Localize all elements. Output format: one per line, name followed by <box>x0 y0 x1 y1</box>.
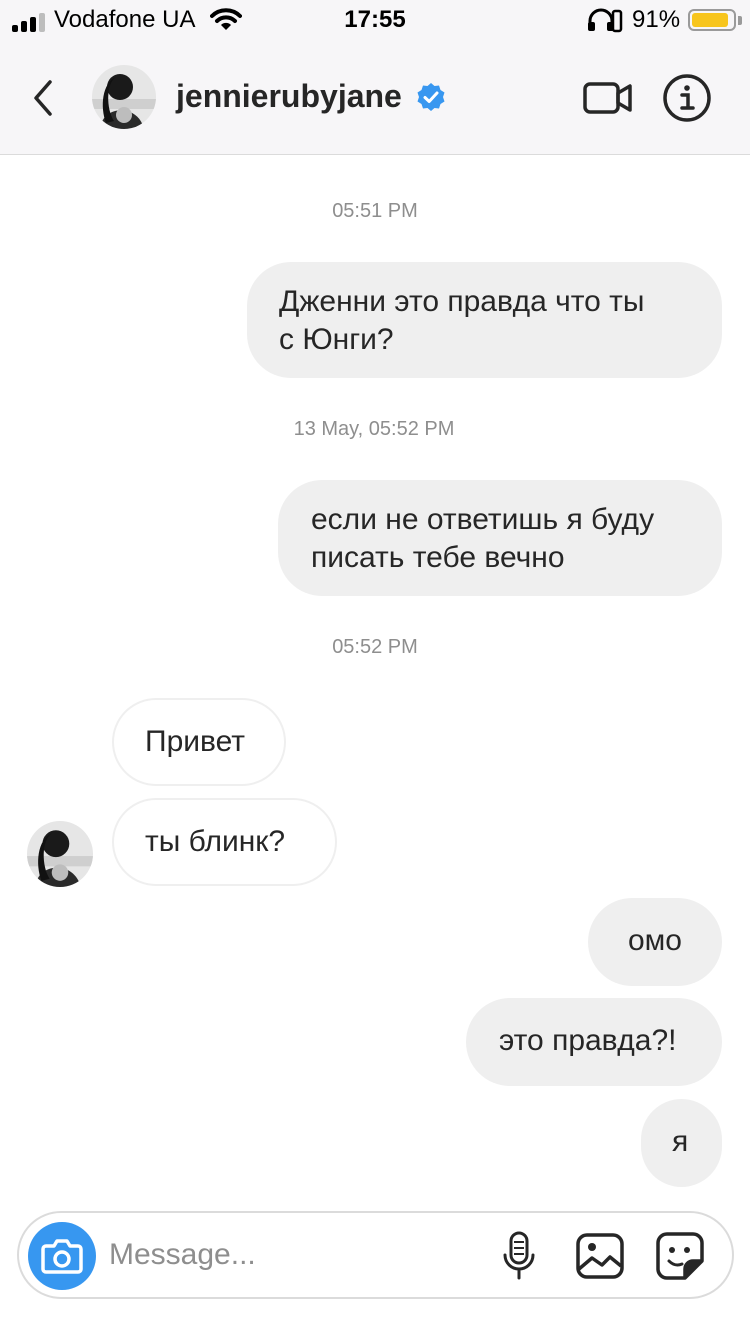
microphone-icon[interactable] <box>501 1231 537 1281</box>
orientation-lock-icon <box>611 9 623 33</box>
camera-button[interactable] <box>28 1222 96 1290</box>
video-call-icon[interactable] <box>582 78 634 118</box>
back-chevron-icon[interactable] <box>26 76 62 120</box>
battery-icon <box>688 9 736 31</box>
message-input[interactable] <box>109 1231 489 1279</box>
outgoing-message[interactable]: я <box>641 1099 722 1187</box>
message-line: с Юнги? <box>279 323 394 356</box>
avatar[interactable] <box>92 65 156 129</box>
chat-username[interactable]: jennierubyjane <box>176 78 402 115</box>
outgoing-message[interactable]: Дженни это правда что ты с Юнги? <box>247 262 722 378</box>
message-composer <box>17 1211 734 1299</box>
message-timestamp: 13 May, 05:52 PM <box>293 418 455 440</box>
avatar[interactable] <box>27 821 93 887</box>
battery-tip <box>738 16 742 25</box>
incoming-message[interactable]: Привет <box>112 698 286 786</box>
chat-header: jennierubyjane <box>0 40 750 155</box>
message-timestamp: 05:52 PM <box>332 636 418 658</box>
message-line: если не ответишь я буду <box>311 503 655 536</box>
incoming-message[interactable]: ты блинк? <box>112 798 337 886</box>
status-bar: Vodafone UA 17:55 91% <box>0 0 750 40</box>
message-line: писать тебе вечно <box>311 541 565 574</box>
gallery-icon[interactable] <box>575 1231 625 1281</box>
battery-percent: 91% <box>632 6 681 33</box>
verified-badge-icon <box>417 83 445 111</box>
outgoing-message[interactable]: если не ответишь я буду писать тебе вечн… <box>278 480 722 596</box>
message-timestamp: 05:51 PM <box>332 200 418 222</box>
outgoing-message[interactable]: это правда?! <box>466 998 722 1086</box>
outgoing-message[interactable]: омо <box>588 898 722 986</box>
info-icon[interactable] <box>662 73 712 123</box>
message-line: Дженни это правда что ты <box>279 285 645 318</box>
camera-icon <box>41 1239 83 1274</box>
dm-screen: Vodafone UA 17:55 91% jennierubyjane 05:… <box>0 0 750 1334</box>
sticker-icon[interactable] <box>655 1231 705 1281</box>
battery-fill <box>692 13 728 27</box>
